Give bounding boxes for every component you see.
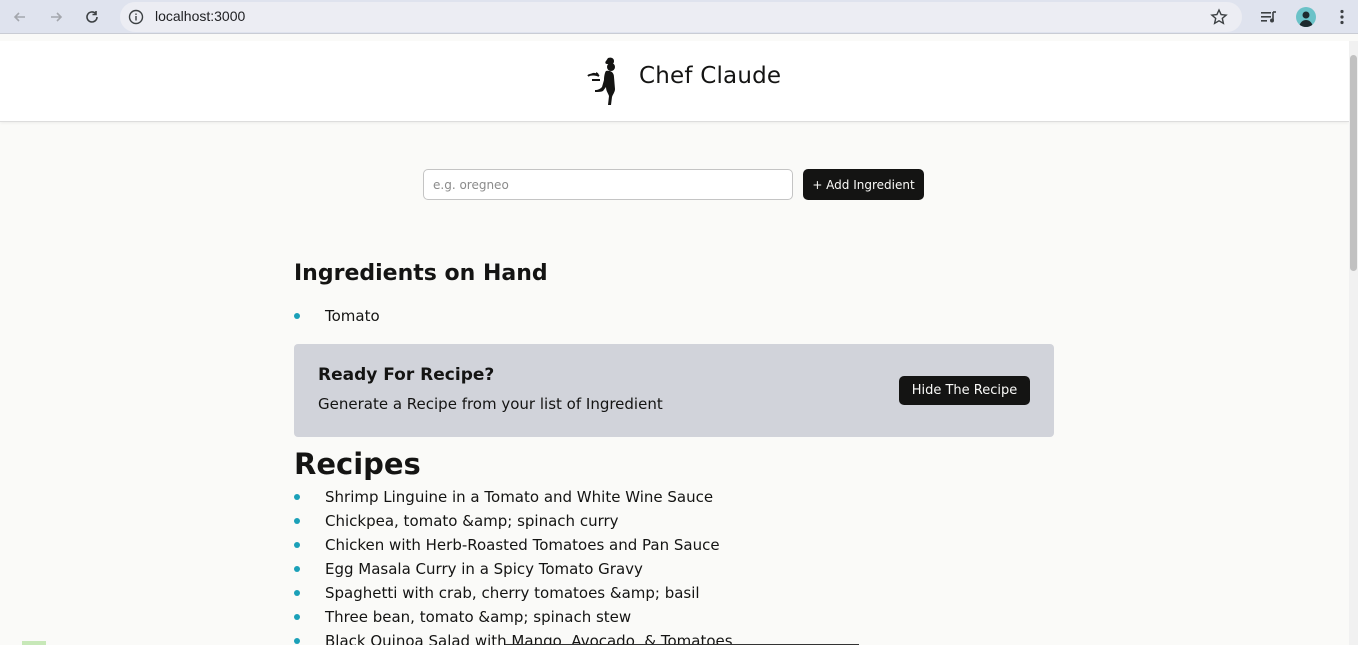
recipe-name: Three bean, tomato &amp; spinach stew — [325, 608, 632, 626]
arrow-left-icon — [13, 12, 25, 22]
app-title: Chef Claude — [639, 63, 782, 89]
recipes-heading: Recipes — [294, 447, 421, 481]
recipe-name: Spaghetti with crab, cherry tomatoes &am… — [325, 584, 700, 602]
bullet-icon — [294, 542, 300, 548]
browser-menu-icon[interactable] — [1332, 7, 1352, 27]
ingredients-list: Tomato — [294, 306, 380, 330]
hide-recipe-button[interactable]: Hide The Recipe — [899, 376, 1030, 405]
get-recipe-card: Ready For Recipe? Generate a Recipe from… — [294, 344, 1054, 437]
profile-avatar[interactable] — [1296, 7, 1316, 27]
app-header: Chef Claude — [0, 41, 1349, 122]
ingredients-heading: Ingredients on Hand — [294, 261, 548, 286]
card-subtitle: Generate a Recipe from your list of Ingr… — [318, 395, 663, 413]
forward-button[interactable] — [44, 5, 68, 29]
bottom-strip — [0, 641, 500, 645]
list-item: Spaghetti with crab, cherry tomatoes &am… — [294, 583, 733, 607]
list-item: Three bean, tomato &amp; spinach stew — [294, 607, 733, 631]
recipe-name: Shrimp Linguine in a Tomato and White Wi… — [325, 488, 714, 506]
reload-icon — [86, 11, 98, 23]
ingredient-name: Tomato — [325, 307, 380, 325]
bullet-icon — [294, 566, 300, 572]
list-item: Egg Masala Curry in a Spicy Tomato Gravy — [294, 559, 733, 583]
bullet-icon — [294, 590, 300, 596]
scrollbar-thumb[interactable] — [1350, 55, 1357, 271]
status-indicator — [22, 641, 46, 645]
url-text[interactable]: localhost:3000 — [155, 8, 245, 24]
bullet-icon — [294, 494, 300, 500]
bullet-icon — [294, 518, 300, 524]
recipe-name: Egg Masala Curry in a Spicy Tomato Gravy — [325, 560, 643, 578]
recipe-name: Chicken with Herb-Roasted Tomatoes and P… — [325, 536, 720, 554]
bullet-icon — [294, 313, 300, 319]
address-bar[interactable]: localhost:3000 — [120, 2, 1242, 32]
arrow-right-icon — [51, 12, 63, 22]
card-title: Ready For Recipe? — [318, 365, 495, 385]
list-item: Chicken with Herb-Roasted Tomatoes and P… — [294, 535, 733, 559]
bookmark-star-icon[interactable] — [1210, 8, 1228, 26]
browser-toolbar: localhost:3000 — [0, 0, 1358, 34]
recipe-name: Chickpea, tomato &amp; spinach curry — [325, 512, 619, 530]
site-info-icon[interactable] — [128, 9, 144, 25]
chef-logo-icon — [587, 57, 615, 105]
list-item: Tomato — [294, 306, 380, 330]
recipes-list: Shrimp Linguine in a Tomato and White Wi… — [294, 487, 733, 645]
list-item: Shrimp Linguine in a Tomato and White Wi… — [294, 487, 733, 511]
reload-button[interactable] — [80, 5, 104, 29]
media-controls-icon[interactable] — [1259, 7, 1279, 27]
bullet-icon — [294, 614, 300, 620]
back-button[interactable] — [8, 5, 32, 29]
page-scrollbar[interactable] — [1349, 41, 1358, 645]
page-viewport: Chef Claude + Add Ingredient Ingredients… — [0, 41, 1349, 645]
add-ingredient-button[interactable]: + Add Ingredient — [803, 169, 924, 200]
ingredient-input[interactable] — [423, 169, 793, 200]
list-item: Chickpea, tomato &amp; spinach curry — [294, 511, 733, 535]
